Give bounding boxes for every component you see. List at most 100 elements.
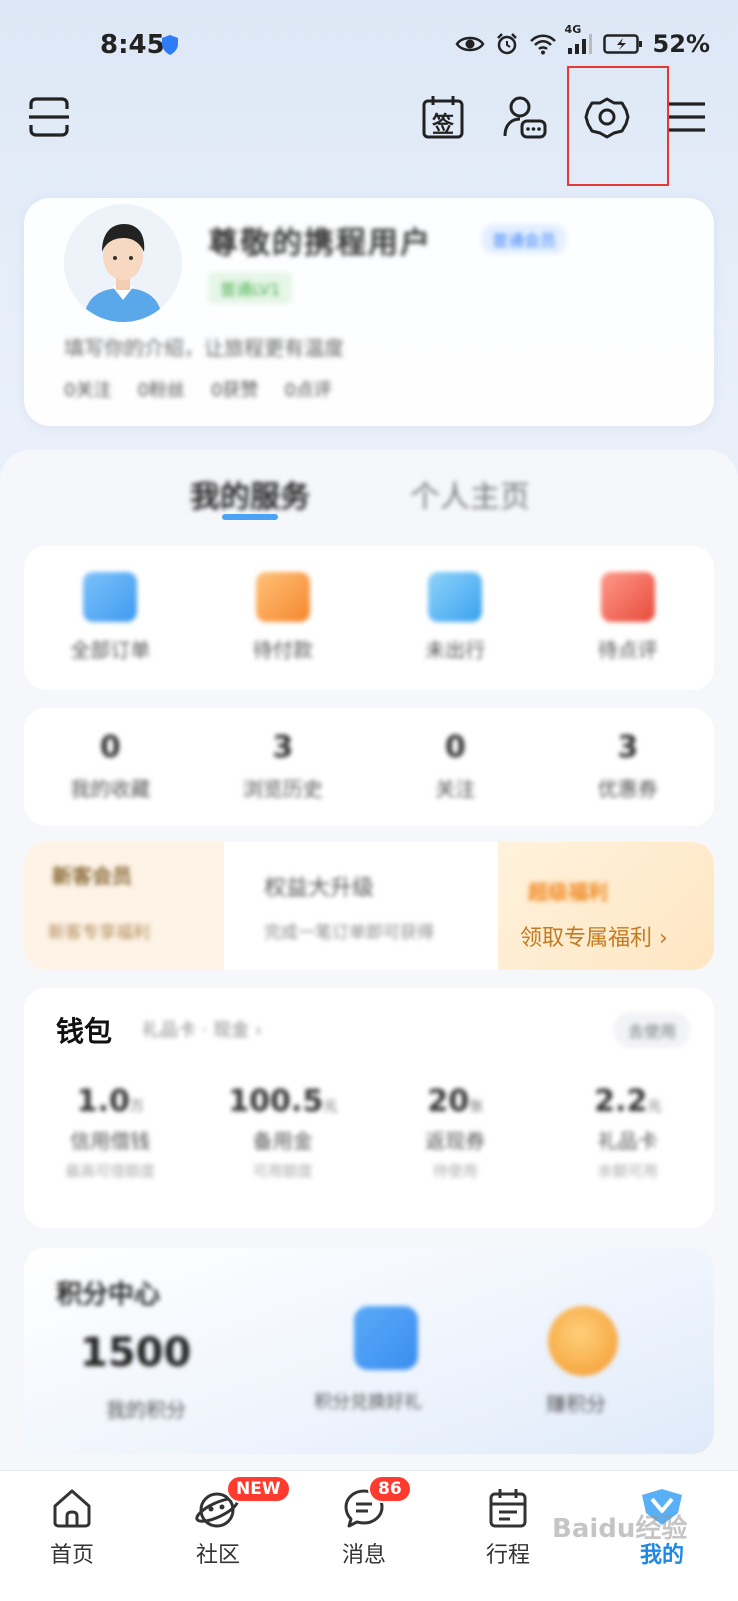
nav-trips[interactable]: 行程 xyxy=(448,1471,568,1569)
earn-points-label[interactable]: 赚积分 xyxy=(546,1388,606,1417)
upcoming-trip-icon xyxy=(428,572,483,622)
points-title: 积分中心 xyxy=(56,1280,161,1310)
scan-icon xyxy=(29,97,69,137)
nav-label: 社区 xyxy=(195,1543,240,1568)
count-following[interactable]: 0 关注 xyxy=(380,708,530,802)
wallet-sub: 可用额度 xyxy=(252,1162,313,1180)
wallet-sub: 最高可借额度 xyxy=(65,1162,156,1180)
avatar[interactable] xyxy=(64,204,182,322)
customer-service-icon xyxy=(503,96,547,139)
count-label: 浏览历史 xyxy=(242,777,323,801)
profile-stats: 0关注 0粉丝 0获赞 0点评 xyxy=(64,376,332,402)
username: 尊敬的携程用户 xyxy=(208,226,432,261)
wallet-item-reserve[interactable]: 100.5元 备用金 可用额度 xyxy=(203,1084,363,1181)
order-upcoming[interactable]: 未出行 xyxy=(380,572,530,663)
promo-new-member[interactable]: 新客会员 新客专享福利 xyxy=(24,842,224,970)
points-redeem-label[interactable]: 积分兑换好礼 xyxy=(314,1388,422,1414)
wallet-unit: 元 xyxy=(323,1099,338,1115)
claim-benefits-label: 领取专属福利 xyxy=(520,926,653,951)
order-unpaid[interactable]: 待付款 xyxy=(208,572,358,663)
promo-middle-title: 权益大升级 xyxy=(264,876,375,901)
claim-benefits-link[interactable]: 领取专属福利 › xyxy=(520,920,668,952)
wallet-item-cashback[interactable]: 20张 返现券 待使用 xyxy=(375,1084,535,1181)
nav-community[interactable]: 社区 NEW xyxy=(158,1471,291,1569)
wallet-title: 钱包 xyxy=(56,1015,113,1048)
battery-icon xyxy=(602,34,642,54)
stat-followers[interactable]: 0粉丝 xyxy=(137,376,184,402)
order-label: 未出行 xyxy=(425,638,486,662)
nav-messages[interactable]: 消息 86 xyxy=(304,1471,424,1569)
profile-bio[interactable]: 填写你的介绍，让旅程更有温度 xyxy=(64,332,344,361)
wallet-items: 1.0万 信用借钱 最高可借额度 100.5元 备用金 可用额度 20张 返现券… xyxy=(24,1084,714,1181)
wallet-item-credit[interactable]: 1.0万 信用借钱 最高可借额度 xyxy=(30,1084,190,1181)
scan-button[interactable] xyxy=(14,82,84,152)
nav-label: 首页 xyxy=(49,1543,94,1568)
battery-level: 52% xyxy=(652,30,710,58)
customer-service-button[interactable] xyxy=(490,82,560,152)
nav-home[interactable]: 首页 xyxy=(12,1471,132,1569)
count-coupons[interactable]: 3 优惠券 xyxy=(553,708,703,802)
promo-banner[interactable]: 新客会员 新客专享福利 权益大升级 完成一笔订单即可获得 超级福利 领取专属福利… xyxy=(24,842,714,970)
promo-left-sub: 新客专享福利 xyxy=(48,923,150,943)
order-all[interactable]: 全部订单 xyxy=(35,572,185,663)
avatar-person-icon xyxy=(64,204,182,322)
count-value: 3 xyxy=(617,730,639,765)
counts-card: 0 我的收藏 3 浏览历史 0 关注 3 优惠券 xyxy=(24,708,714,826)
home-icon xyxy=(53,1489,91,1528)
wallet-subtitle[interactable]: 礼品卡 · 现金 › xyxy=(142,1016,262,1042)
count-history[interactable]: 3 浏览历史 xyxy=(208,708,358,802)
wallet-unit: 元 xyxy=(647,1099,662,1115)
wallet-card: 钱包 礼品卡 · 现金 › 去使用 1.0万 信用借钱 最高可借额度 100.5… xyxy=(24,988,714,1228)
wallet-label: 返现券 xyxy=(425,1129,486,1153)
tab-my-services[interactable]: 我的服务 xyxy=(190,472,310,516)
wallet-use-button[interactable]: 去使用 xyxy=(613,1012,690,1048)
vip-tag[interactable]: 普通会员 xyxy=(482,224,567,254)
order-label: 待点评 xyxy=(597,638,658,662)
stat-reviews[interactable]: 0点评 xyxy=(284,376,331,402)
count-label: 关注 xyxy=(435,777,476,801)
points-value: 1500 xyxy=(80,1330,192,1376)
promo-benefit[interactable]: 超级福利 领取专属福利 › xyxy=(498,842,714,970)
wallet-unit: 万 xyxy=(129,1099,144,1115)
all-orders-icon xyxy=(83,572,138,622)
count-value: 3 xyxy=(272,730,294,765)
profile-card[interactable]: 尊敬的携程用户 普通会员 普通LV1 填写你的介绍，让旅程更有温度 0关注 0粉… xyxy=(24,198,714,426)
status-icons: 4G 52% xyxy=(455,23,710,58)
count-label: 我的收藏 xyxy=(70,777,151,801)
wallet-sub: 余额可用 xyxy=(597,1162,658,1180)
active-tab-indicator xyxy=(222,514,278,520)
points-redeem-icon[interactable] xyxy=(354,1306,418,1370)
wallet-value: 100.5 xyxy=(228,1084,324,1119)
wifi-icon xyxy=(529,34,556,55)
calendar-icon xyxy=(489,1489,527,1528)
wallet-unit: 张 xyxy=(469,1099,484,1115)
promo-middle-sub: 完成一笔订单即可获得 xyxy=(264,923,434,943)
sign-in-button[interactable]: 签 xyxy=(408,82,478,152)
status-time: 8:45 xyxy=(100,30,165,60)
stat-following[interactable]: 0关注 xyxy=(64,376,111,402)
wallet-value: 20 xyxy=(427,1084,470,1119)
order-review[interactable]: 待点评 xyxy=(553,572,703,663)
points-center-card[interactable]: 积分中心 1500 我的积分 积分兑换好礼 赚积分 xyxy=(24,1248,714,1454)
level-tag[interactable]: 普通LV1 xyxy=(208,272,293,304)
promo-left-title: 新客会员 xyxy=(52,864,132,888)
earn-points-icon[interactable] xyxy=(548,1306,618,1376)
order-label: 全部订单 xyxy=(70,638,151,662)
eye-icon xyxy=(455,36,485,52)
wallet-value: 1.0 xyxy=(76,1084,130,1119)
to-review-icon xyxy=(600,572,655,622)
count-label: 优惠券 xyxy=(597,777,658,801)
count-favorites[interactable]: 0 我的收藏 xyxy=(35,708,185,802)
unread-count-badge: 86 xyxy=(368,1475,412,1503)
new-badge: NEW xyxy=(226,1475,291,1503)
promo-right-title: 超级福利 xyxy=(528,880,608,904)
baidu-watermark: Baidu经验 xyxy=(552,1514,688,1544)
network-type: 4G xyxy=(564,23,582,36)
shield-icon xyxy=(162,35,178,55)
count-value: 0 xyxy=(99,730,121,765)
points-label: 我的积分 xyxy=(106,1398,186,1422)
tab-personal-home[interactable]: 个人主页 xyxy=(410,472,530,516)
orders-card: 全部订单 待付款 未出行 待点评 xyxy=(24,546,714,690)
stat-likes[interactable]: 0获赞 xyxy=(211,376,258,402)
wallet-item-giftcard[interactable]: 2.2元 礼品卡 余额可用 xyxy=(548,1084,708,1181)
